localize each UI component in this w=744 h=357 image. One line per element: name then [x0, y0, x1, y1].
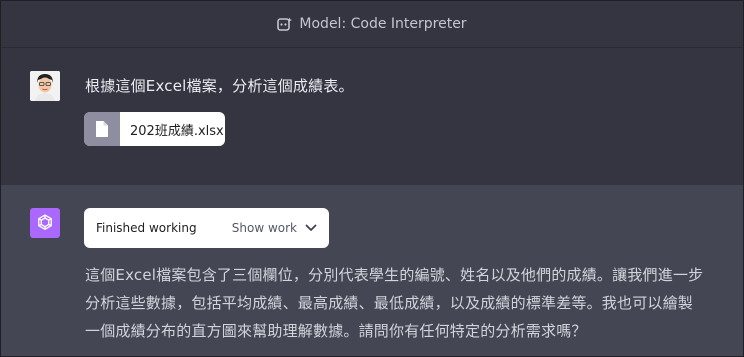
show-work-button[interactable]: Show work [232, 221, 317, 235]
assistant-message-text: 這個Excel檔案包含了三個欄位，分別代表學生的編號、姓名以及他們的成績。讓我們… [85, 261, 735, 345]
user-message-text: 根據這個Excel檔案，分析這個成績表。 [85, 77, 354, 95]
work-status-panel: Finished working Show work [84, 208, 329, 248]
answer-line: 分析這些數據，包括平均成績、最高成績、最低成績，以及成績的標準差等。我也可以繪製 [85, 294, 694, 312]
attachment-file-name: 202班成績.xlsx [130, 123, 224, 139]
code-interpreter-icon [277, 17, 293, 31]
user-message: 根據這個Excel檔案，分析這個成績表。 202班成績.xlsx [1, 49, 743, 185]
answer-line: 一個成績分布的直方圖來幫助理解數據。請問你有任何特定的分析需求嗎？ [85, 322, 587, 340]
attachment-chip[interactable]: 202班成績.xlsx [84, 112, 225, 146]
show-work-label: Show work [231, 221, 297, 235]
file-icon [84, 112, 120, 146]
answer-line: 這個Excel檔案包含了三個欄位，分別代表學生的編號、姓名以及他們的成績。讓我們… [85, 266, 704, 284]
model-label: Model: Code Interpreter [299, 16, 467, 32]
model-header: Model: Code Interpreter [1, 1, 743, 48]
assistant-message: Finished working Show work 這個Excel檔案包含了三… [1, 185, 743, 356]
openai-logo-icon [30, 208, 60, 238]
work-status-label: Finished working [96, 221, 197, 235]
user-avatar [30, 71, 60, 101]
chevron-down-icon [305, 221, 317, 235]
